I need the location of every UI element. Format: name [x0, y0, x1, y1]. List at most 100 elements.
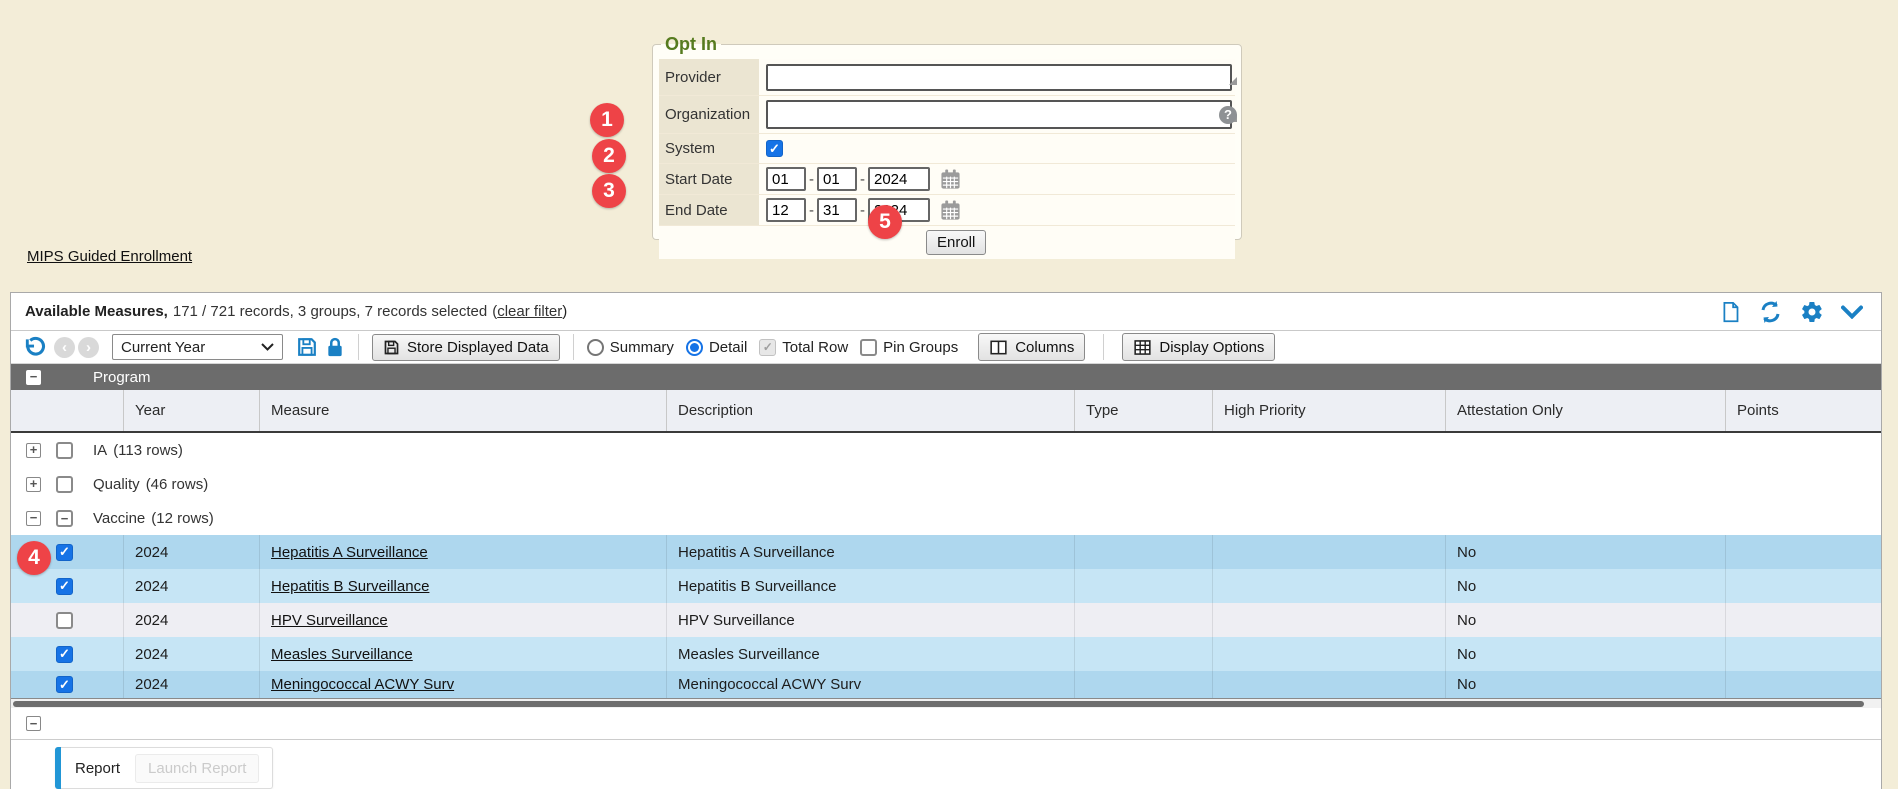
table-row[interactable]: ✓ 2024 Measles Surveillance Measles Surv… — [11, 637, 1881, 671]
row-checkbox[interactable]: ✓ — [56, 646, 73, 663]
cell-type — [1074, 603, 1212, 637]
column-header-measure[interactable]: Measure — [259, 390, 666, 431]
cell-high-priority — [1212, 637, 1445, 671]
cell-attestation-only: No — [1445, 603, 1725, 637]
undo-icon[interactable] — [23, 336, 46, 359]
end-date-row: End Date - - — [659, 195, 1235, 226]
columns-icon — [989, 339, 1008, 356]
expand-icon[interactable]: + — [26, 443, 41, 458]
detail-radio[interactable] — [686, 339, 703, 356]
horizontal-scrollbar[interactable] — [11, 698, 1881, 708]
group-checkbox[interactable] — [56, 442, 73, 459]
chevron-down-icon[interactable] — [1841, 305, 1863, 319]
group-checkbox[interactable]: − — [56, 510, 73, 527]
column-header-description[interactable]: Description — [666, 390, 1074, 431]
clear-filter-link[interactable]: clear filter — [497, 303, 562, 320]
annotation-badge-4: 4 — [17, 541, 51, 575]
column-header-points[interactable]: Points — [1725, 390, 1881, 431]
system-checkbox[interactable]: ✓ — [766, 140, 783, 157]
end-date-label: End Date — [659, 195, 759, 225]
column-header-row: Year Measure Description Type High Prior… — [11, 390, 1881, 433]
measure-link[interactable]: Hepatitis B Surveillance — [271, 578, 429, 595]
cell-description: Measles Surveillance — [666, 637, 1074, 671]
start-year-input[interactable] — [868, 167, 930, 191]
table-row[interactable]: ✓ 2024 Meningococcal ACWY Surv Meningoco… — [11, 671, 1881, 698]
forward-icon[interactable]: › — [78, 337, 99, 358]
end-day-input[interactable] — [817, 198, 857, 222]
start-day-input[interactable] — [817, 167, 857, 191]
measure-link[interactable]: Measles Surveillance — [271, 646, 413, 663]
collapse-icon[interactable]: − — [26, 511, 41, 526]
expand-icon[interactable]: + — [26, 477, 41, 492]
gear-icon[interactable] — [1800, 300, 1824, 324]
report-section: Report Launch Report — [11, 740, 1881, 789]
period-select[interactable]: Current Year — [112, 334, 283, 360]
group-band-label: Program — [93, 369, 151, 386]
organization-input[interactable] — [766, 100, 1232, 129]
back-icon[interactable]: ‹ — [54, 337, 75, 358]
table-row[interactable]: ✓ 2024 Hepatitis A Surveillance Hepatiti… — [11, 535, 1881, 569]
summary-radio[interactable] — [587, 339, 604, 356]
cell-points — [1725, 603, 1881, 637]
pin-groups-checkbox[interactable] — [860, 339, 877, 356]
total-row-checkbox[interactable]: ✓ — [759, 339, 776, 356]
calendar-icon[interactable] — [939, 200, 962, 221]
group-count: (113 rows) — [113, 442, 183, 459]
table-row[interactable]: 2024 HPV Surveillance HPV Surveillance N… — [11, 603, 1881, 637]
measure-link[interactable]: HPV Surveillance — [271, 612, 388, 629]
column-header-attestation-only[interactable]: Attestation Only — [1445, 390, 1725, 431]
collapse-icon[interactable]: − — [26, 370, 41, 385]
group-checkbox[interactable] — [56, 476, 73, 493]
measure-link[interactable]: Hepatitis A Surveillance — [271, 544, 428, 561]
display-options-button[interactable]: Display Options — [1122, 333, 1275, 361]
refresh-icon[interactable] — [1758, 300, 1783, 324]
column-header-high-priority[interactable]: High Priority — [1212, 390, 1445, 431]
collapse-icon[interactable]: − — [26, 716, 41, 731]
measure-link[interactable]: Meningococcal ACWY Surv — [271, 676, 454, 693]
cell-high-priority — [1212, 603, 1445, 637]
cell-high-priority — [1212, 535, 1445, 569]
store-displayed-data-button[interactable]: Store Displayed Data — [372, 334, 560, 361]
help-icon[interactable]: ? — [1219, 106, 1237, 124]
annotation-badge-3: 3 — [592, 174, 626, 208]
cell-description: HPV Surveillance — [666, 603, 1074, 637]
mips-guided-enrollment-link[interactable]: MIPS Guided Enrollment — [27, 248, 192, 265]
provider-input[interactable] — [766, 64, 1232, 91]
records-summary: 171 / 721 records, 3 groups, 7 records s… — [173, 303, 487, 320]
cell-points — [1725, 637, 1881, 671]
cell-type — [1074, 535, 1212, 569]
column-header-year[interactable]: Year — [123, 390, 259, 431]
system-row: System ✓ — [659, 134, 1235, 164]
row-checkbox[interactable] — [56, 612, 73, 629]
annotation-badge-5: 5 — [868, 205, 902, 239]
column-header-type[interactable]: Type — [1074, 390, 1212, 431]
save-icon[interactable] — [296, 336, 318, 358]
opt-in-form: Opt In Provider Organization ? System ✓ … — [652, 34, 1242, 240]
lock-icon[interactable] — [325, 336, 345, 358]
group-row-vaccine[interactable]: − − Vaccine (12 rows) — [11, 501, 1881, 535]
scrollbar-thumb[interactable] — [13, 701, 1864, 707]
enroll-button[interactable]: Enroll — [926, 230, 986, 255]
row-checkbox[interactable]: ✓ — [56, 676, 73, 693]
report-box: Report Launch Report — [55, 747, 273, 789]
program-group-band: − Program — [11, 364, 1881, 390]
launch-report-button[interactable]: Launch Report — [135, 754, 259, 783]
detail-radio-label: Detail — [709, 339, 747, 356]
toolbar: ‹ › Current Year Store Displayed Data — [11, 331, 1881, 364]
group-row-ia[interactable]: + IA (113 rows) — [11, 433, 1881, 467]
row-checkbox[interactable]: ✓ — [56, 544, 73, 561]
annotation-badge-1: 1 — [590, 103, 624, 137]
cell-attestation-only: No — [1445, 671, 1725, 698]
new-document-icon[interactable] — [1720, 300, 1741, 324]
start-month-input[interactable] — [766, 167, 806, 191]
cell-year: 2024 — [123, 637, 259, 671]
end-month-input[interactable] — [766, 198, 806, 222]
columns-button[interactable]: Columns — [978, 333, 1085, 361]
row-checkbox[interactable]: ✓ — [56, 578, 73, 595]
panel-title: Available Measures, — [25, 303, 168, 320]
system-label: System — [659, 134, 759, 163]
group-label: Vaccine — [93, 510, 145, 527]
calendar-icon[interactable] — [939, 169, 962, 190]
group-row-quality[interactable]: + Quality (46 rows) — [11, 467, 1881, 501]
table-row[interactable]: ✓ 2024 Hepatitis B Surveillance Hepatiti… — [11, 569, 1881, 603]
